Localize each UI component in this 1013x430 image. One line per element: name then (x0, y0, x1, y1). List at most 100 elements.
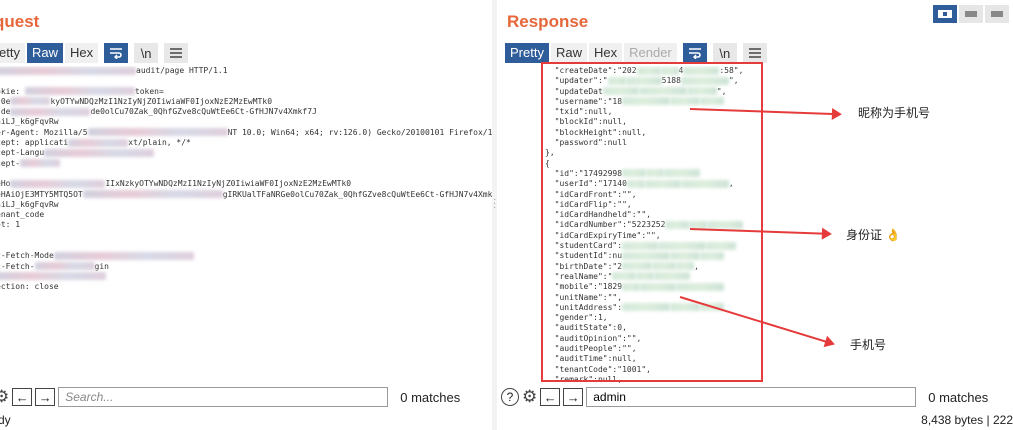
gear-icon[interactable]: ⚙ (522, 387, 537, 407)
code-line: J0e kyOTYwNDQzMzI1NzIyNjZ0IiwiaWF0IjoxNzE… (0, 97, 492, 107)
menu-icon[interactable] (164, 43, 189, 63)
code-text: aiLJ_k6gFqvRw (0, 117, 59, 127)
response-tab-raw[interactable]: Raw (550, 43, 587, 63)
redacted-blur (82, 190, 223, 199)
code-line: enant_code (0, 210, 492, 220)
response-tab-pretty[interactable]: Pretty (505, 43, 549, 63)
wrap-icon[interactable] (682, 43, 707, 63)
code-text: gin (94, 261, 109, 271)
code-text: eHo (0, 179, 11, 189)
code-line: cept: applicati xt/plain, */* (0, 138, 492, 148)
layout-horizontal-icon[interactable] (959, 5, 983, 23)
code-text: c-Fetch-Mode (0, 251, 54, 261)
request-pane: quest etty Raw Hex \n audit/page HTTP/1.… (0, 0, 493, 430)
help-icon[interactable]: ? (501, 388, 519, 406)
code-line: eHo IIxNzkyOTYwNDQzMzI1NzIyNjZ0IiwiaWF0Ij… (0, 179, 492, 189)
layout-single-icon[interactable] (985, 5, 1009, 23)
redacted-blur (0, 66, 136, 75)
wrap-icon[interactable] (104, 43, 129, 63)
redacted-blur (34, 262, 95, 271)
layout-split-icon[interactable] (933, 5, 957, 23)
response-tab-render[interactable]: Render (624, 43, 677, 63)
annotation-label: 昵称为手机号 (858, 106, 931, 120)
code-text: token= (134, 86, 164, 96)
code-line: er-Agent: Mozilla/5 NT 10.0; Win64; x64; … (0, 128, 492, 138)
prev-match-button[interactable]: ← (540, 388, 561, 406)
redacted-blur (44, 148, 155, 157)
code-text: J0e (0, 96, 11, 106)
code-text: xt/plain, */* (128, 138, 191, 148)
code-text: eHAiOjE3MTY5MTQ5OT (0, 189, 83, 199)
code-text: er-Agent: Mozilla/5 (0, 127, 88, 137)
code-line (0, 272, 492, 282)
menu-icon[interactable] (742, 43, 767, 63)
code-line: ection: close (0, 282, 492, 292)
code-line: cept-Langu (0, 148, 492, 158)
code-text: ot: 1 (0, 220, 21, 230)
prev-match-button[interactable]: ← (12, 388, 33, 406)
code-line: aiLJ_k6gFqvRw (0, 200, 492, 210)
redacted-blur (10, 107, 91, 116)
code-text: cept: applicati (0, 138, 69, 148)
code-line: c-Fetch-gin (0, 262, 492, 272)
code-text: IIxNzkyOTYwNDQzMzI1NzIyNjZ0IiwiaWF0IjoxN… (105, 179, 352, 189)
request-title: quest (0, 12, 40, 31)
code-text: NT 10.0; Win64; x64; rv:126.0) Gecko/201… (227, 127, 492, 137)
code-text: okie: (0, 86, 21, 96)
request-tab-hex[interactable]: Hex (64, 43, 99, 63)
code-line: okie: token= (0, 87, 492, 97)
request-toolbar: etty Raw Hex \n (0, 43, 189, 63)
annotation-label: 手机号 (850, 338, 887, 352)
response-toolbar: Pretty Raw Hex Render \n (505, 43, 767, 63)
gear-icon[interactable]: ⚙ (0, 387, 9, 407)
request-search-bar: ⚙ ← → 0 matches (0, 386, 492, 408)
redacted-blur (10, 97, 51, 106)
newline-icon[interactable]: \n (712, 43, 737, 63)
response-title: Response (507, 12, 589, 31)
request-status: dy (0, 413, 11, 427)
response-search-input[interactable] (586, 387, 917, 407)
redacted-blur (87, 128, 228, 137)
code-line: audit/page HTTP/1.1 (0, 66, 492, 76)
request-search-input[interactable] (58, 387, 389, 407)
code-line: eHAiOjE3MTY5MTQ5OT gIRKUalTFaNRGe0olCu70Z… (0, 190, 492, 200)
next-match-button[interactable]: → (35, 388, 56, 406)
response-search-bar: ? ⚙ ← → 0 matches (501, 386, 1013, 408)
request-tab-pretty[interactable]: etty (0, 43, 25, 63)
code-text: ection: close (0, 282, 59, 292)
code-text: aiLJ_k6gFqvRw (0, 199, 59, 209)
layout-toggle (933, 5, 1009, 23)
code-text: audit/page HTTP/1.1 (136, 66, 228, 75)
redacted-blur (68, 138, 129, 147)
annotation-label: 身份证 👌 (846, 228, 901, 242)
redacted-blur (20, 159, 61, 168)
redacted-blur (24, 87, 135, 96)
newline-icon[interactable]: \n (134, 43, 159, 63)
code-line: aiLJ_k6gFqvRw (0, 117, 492, 127)
code-line: cept- (0, 159, 492, 169)
request-editor[interactable]: audit/page HTTP/1.1okie: token=J0ekyOTYw… (0, 66, 492, 386)
redacted-blur (53, 251, 194, 260)
code-text: c-Fetch- (0, 261, 35, 271)
redacted-blur (0, 272, 106, 281)
code-text: de0olCu70Zak_0QhfGZve8cQuWtEe6Ct-GfHJN7v… (90, 107, 317, 117)
response-tab-hex[interactable]: Hex (588, 43, 623, 63)
code-line: ot: 1 (0, 220, 492, 230)
code-text: cept-Langu (0, 148, 45, 158)
response-status: 8,438 bytes | 222 (921, 413, 1013, 427)
request-tab-raw[interactable]: Raw (26, 43, 63, 63)
redacted-blur (10, 179, 106, 188)
code-text: kyOTYwNDQzMzI1NzIyNjZ0IiwiaWF0IjoxNzE2Mz… (50, 96, 273, 106)
response-match-count: 0 matches (928, 389, 989, 405)
request-match-count: 0 matches (400, 389, 461, 405)
code-line: lde de0olCu70Zak_0QhfGZve8cQuWtEe6Ct-GfHJ… (0, 107, 492, 117)
code-text: gIRKUalTFaNRGe0olCu70Zak_0QhfGZve8cQuWtE… (222, 189, 492, 199)
code-text: enant_code (0, 210, 45, 220)
next-match-button[interactable]: → (563, 388, 584, 406)
code-text: cept- (0, 158, 21, 168)
code-text: lde (0, 107, 11, 117)
